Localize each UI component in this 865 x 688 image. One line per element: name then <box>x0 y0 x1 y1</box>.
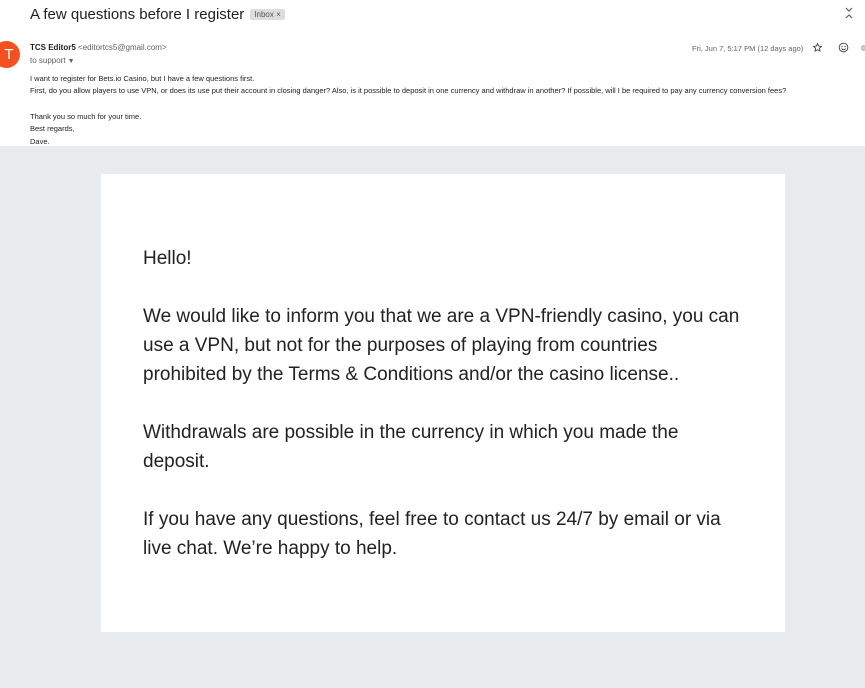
sender-line: TCS Editor5 <editortcs5@gmail.com> <box>30 43 167 52</box>
body-line: I want to register for Bets.io Casino, b… <box>30 74 255 83</box>
unfold-icon[interactable] <box>843 6 855 20</box>
body-line: Best regards, <box>30 124 75 134</box>
sender-email: <editortcs5@gmail.com> <box>78 43 167 52</box>
original-message: A few questions before I register Inbox ×… <box>0 0 865 147</box>
email-date: Fri, Jun 7, 5:17 PM (12 days ago) <box>692 44 804 53</box>
email-view: A few questions before I register Inbox ×… <box>0 0 865 688</box>
reply-card: Hello! We would like to inform you that … <box>101 174 785 632</box>
avatar[interactable]: T <box>0 41 20 68</box>
reply-body: Hello! We would like to inform you that … <box>143 244 743 592</box>
chevron-down-icon[interactable]: ▼ <box>68 58 75 65</box>
emoji-icon[interactable] <box>838 42 849 53</box>
body-line: Thank you so much for your time. <box>30 111 142 121</box>
to-label: to support <box>30 56 66 65</box>
original-message-body: I want to register for Bets.io Casino, b… <box>30 73 865 148</box>
recipients-toggle[interactable]: to support ▼ <box>30 56 75 65</box>
star-icon[interactable] <box>812 42 823 53</box>
email-subject: A few questions before I register Inbox × <box>30 6 285 23</box>
reply-greeting: Hello! <box>143 248 192 269</box>
inbox-label-badge[interactable]: Inbox × <box>250 9 285 20</box>
sender-name[interactable]: TCS Editor5 <box>30 43 76 52</box>
subject-text: A few questions before I register <box>30 6 245 23</box>
reply-paragraph: Withdrawals are possible in the currency… <box>143 422 679 472</box>
reply-paragraph: We would like to inform you that we are … <box>143 306 740 385</box>
more-options-icon[interactable] <box>861 45 865 51</box>
body-line: First, do you allow players to use VPN, … <box>30 86 787 96</box>
reply-paragraph: If you have any questions, feel free to … <box>143 509 721 559</box>
